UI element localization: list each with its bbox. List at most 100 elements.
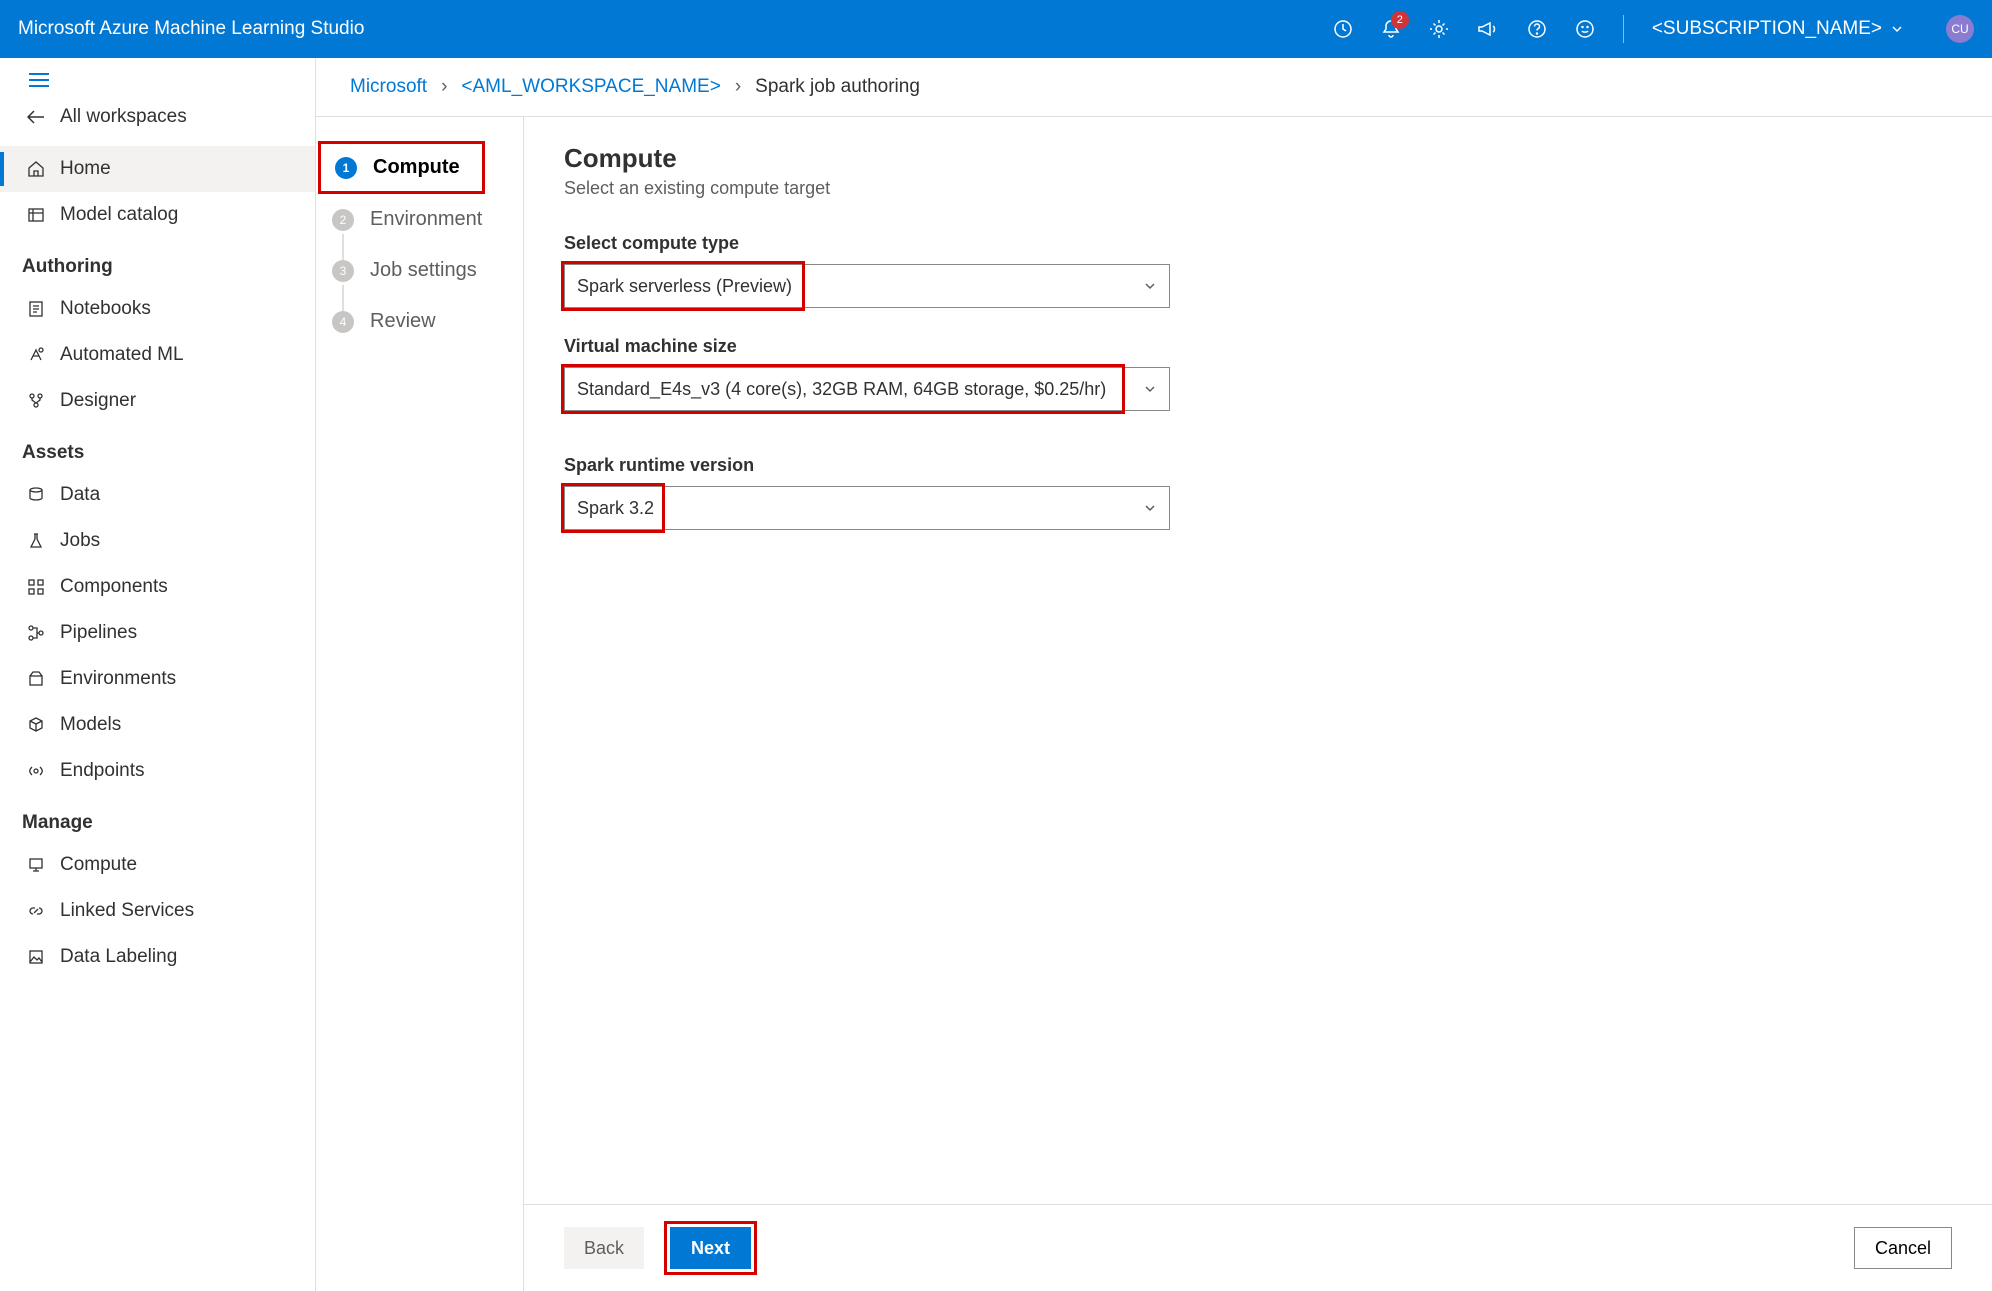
compute-icon: [26, 855, 46, 875]
compute-type-select[interactable]: Spark serverless (Preview): [564, 264, 1170, 308]
endpoints-icon: [26, 761, 46, 781]
app-title: Microsoft Azure Machine Learning Studio: [18, 18, 1333, 40]
wizard-footer: Back Next Cancel: [524, 1204, 1992, 1291]
breadcrumb-root[interactable]: Microsoft: [350, 76, 427, 98]
sidebar-label: Compute: [60, 854, 137, 876]
help-icon[interactable]: [1527, 19, 1547, 39]
step-label: Environment: [370, 208, 482, 231]
sidebar-label: Environments: [60, 668, 176, 690]
main-layout: All workspaces Home Model catalog Author…: [0, 58, 1992, 1291]
hamburger-icon[interactable]: [28, 72, 303, 88]
page-subtitle: Select an existing compute target: [564, 178, 1952, 199]
sidebar-item-designer[interactable]: Designer: [0, 378, 315, 424]
sidebar-label: Data: [60, 484, 100, 506]
step-number: 2: [332, 209, 354, 231]
sidebar-section-manage: Manage: [0, 794, 315, 842]
back-to-workspaces[interactable]: All workspaces: [0, 94, 315, 146]
labeling-icon: [26, 947, 46, 967]
sidebar-item-data[interactable]: Data: [0, 472, 315, 518]
subscription-picker[interactable]: <SUBSCRIPTION_NAME>: [1652, 18, 1904, 40]
hamburger-row: [0, 58, 315, 94]
sidebar-item-data-labeling[interactable]: Data Labeling: [0, 934, 315, 980]
gear-icon[interactable]: [1429, 19, 1449, 39]
chevron-down-icon: [1143, 501, 1157, 515]
step-number: 4: [332, 311, 354, 333]
next-button[interactable]: Next: [670, 1227, 751, 1269]
step-environment[interactable]: 2 Environment: [316, 194, 523, 245]
step-label: Compute: [373, 156, 460, 179]
step-number: 3: [332, 260, 354, 282]
divider: [1623, 15, 1624, 43]
step-review[interactable]: 4 Review: [316, 296, 523, 347]
sidebar-item-automl[interactable]: Automated ML: [0, 332, 315, 378]
sidebar-item-linked-services[interactable]: Linked Services: [0, 888, 315, 934]
sidebar-item-components[interactable]: Components: [0, 564, 315, 610]
select-value: Standard_E4s_v3 (4 core(s), 32GB RAM, 64…: [577, 379, 1106, 400]
sidebar-label: Home: [60, 158, 111, 180]
chevron-right-icon: ›: [441, 76, 447, 98]
sidebar-item-environments[interactable]: Environments: [0, 656, 315, 702]
chevron-right-icon: ›: [735, 76, 741, 98]
vm-size-select[interactable]: Standard_E4s_v3 (4 core(s), 32GB RAM, 64…: [564, 367, 1170, 411]
wizard: 1 Compute 2 Environment 3 Job settings 4: [316, 117, 1992, 1291]
step-compute[interactable]: 1 Compute: [321, 144, 482, 191]
sidebar-section-assets: Assets: [0, 424, 315, 472]
step-label: Review: [370, 310, 436, 333]
sidebar-section-authoring: Authoring: [0, 238, 315, 286]
sidebar-item-models[interactable]: Models: [0, 702, 315, 748]
cube-icon: [26, 715, 46, 735]
environments-icon: [26, 669, 46, 689]
link-icon: [26, 901, 46, 921]
catalog-icon: [26, 205, 46, 225]
highlight-box: Next: [664, 1221, 757, 1275]
avatar[interactable]: CU: [1946, 15, 1974, 43]
top-bar-actions: 2 <SUBSCRIPTION_NAME> CU: [1333, 15, 1974, 43]
form: Compute Select an existing compute targe…: [524, 117, 1992, 1204]
step-number: 1: [335, 157, 357, 179]
compute-type-label: Select compute type: [564, 233, 1952, 254]
chevron-down-icon: [1143, 382, 1157, 396]
data-icon: [26, 485, 46, 505]
sidebar-label: Model catalog: [60, 204, 178, 226]
sidebar-label: Data Labeling: [60, 946, 177, 968]
sidebar-item-pipelines[interactable]: Pipelines: [0, 610, 315, 656]
subscription-label: <SUBSCRIPTION_NAME>: [1652, 18, 1882, 40]
breadcrumb-workspace[interactable]: <AML_WORKSPACE_NAME>: [461, 76, 720, 98]
top-bar: Microsoft Azure Machine Learning Studio …: [0, 0, 1992, 58]
automl-icon: [26, 345, 46, 365]
arrow-left-icon: [26, 107, 46, 127]
page-title: Compute: [564, 143, 1952, 174]
sidebar-label: Endpoints: [60, 760, 145, 782]
megaphone-icon[interactable]: [1477, 19, 1499, 39]
sidebar-item-model-catalog[interactable]: Model catalog: [0, 192, 315, 238]
step-job-settings[interactable]: 3 Job settings: [316, 245, 523, 296]
sidebar-label: Pipelines: [60, 622, 137, 644]
runtime-select[interactable]: Spark 3.2: [564, 486, 1170, 530]
sidebar-item-home[interactable]: Home: [0, 146, 315, 192]
sidebar-item-endpoints[interactable]: Endpoints: [0, 748, 315, 794]
sidebar-label: Notebooks: [60, 298, 151, 320]
bell-icon[interactable]: 2: [1381, 19, 1401, 39]
smile-icon[interactable]: [1575, 19, 1595, 39]
runtime-label: Spark runtime version: [564, 455, 1952, 476]
notification-badge: 2: [1391, 11, 1409, 29]
sidebar-label: Linked Services: [60, 900, 194, 922]
chevron-down-icon: [1143, 279, 1157, 293]
flask-icon: [26, 531, 46, 551]
cancel-button[interactable]: Cancel: [1854, 1227, 1952, 1269]
sidebar-item-jobs[interactable]: Jobs: [0, 518, 315, 564]
home-icon: [26, 159, 46, 179]
sidebar-item-compute[interactable]: Compute: [0, 842, 315, 888]
sidebar: All workspaces Home Model catalog Author…: [0, 58, 316, 1291]
chevron-down-icon: [1890, 22, 1904, 36]
clock-icon[interactable]: [1333, 19, 1353, 39]
sidebar-item-notebooks[interactable]: Notebooks: [0, 286, 315, 332]
wizard-steps: 1 Compute 2 Environment 3 Job settings 4: [316, 117, 524, 1291]
back-label: All workspaces: [60, 106, 187, 128]
breadcrumb: Microsoft › <AML_WORKSPACE_NAME> › Spark…: [316, 58, 1992, 117]
step-label: Job settings: [370, 259, 477, 282]
sidebar-label: Designer: [60, 390, 136, 412]
content-area: Microsoft › <AML_WORKSPACE_NAME> › Spark…: [316, 58, 1992, 1291]
notebook-icon: [26, 299, 46, 319]
back-button[interactable]: Back: [564, 1227, 644, 1269]
